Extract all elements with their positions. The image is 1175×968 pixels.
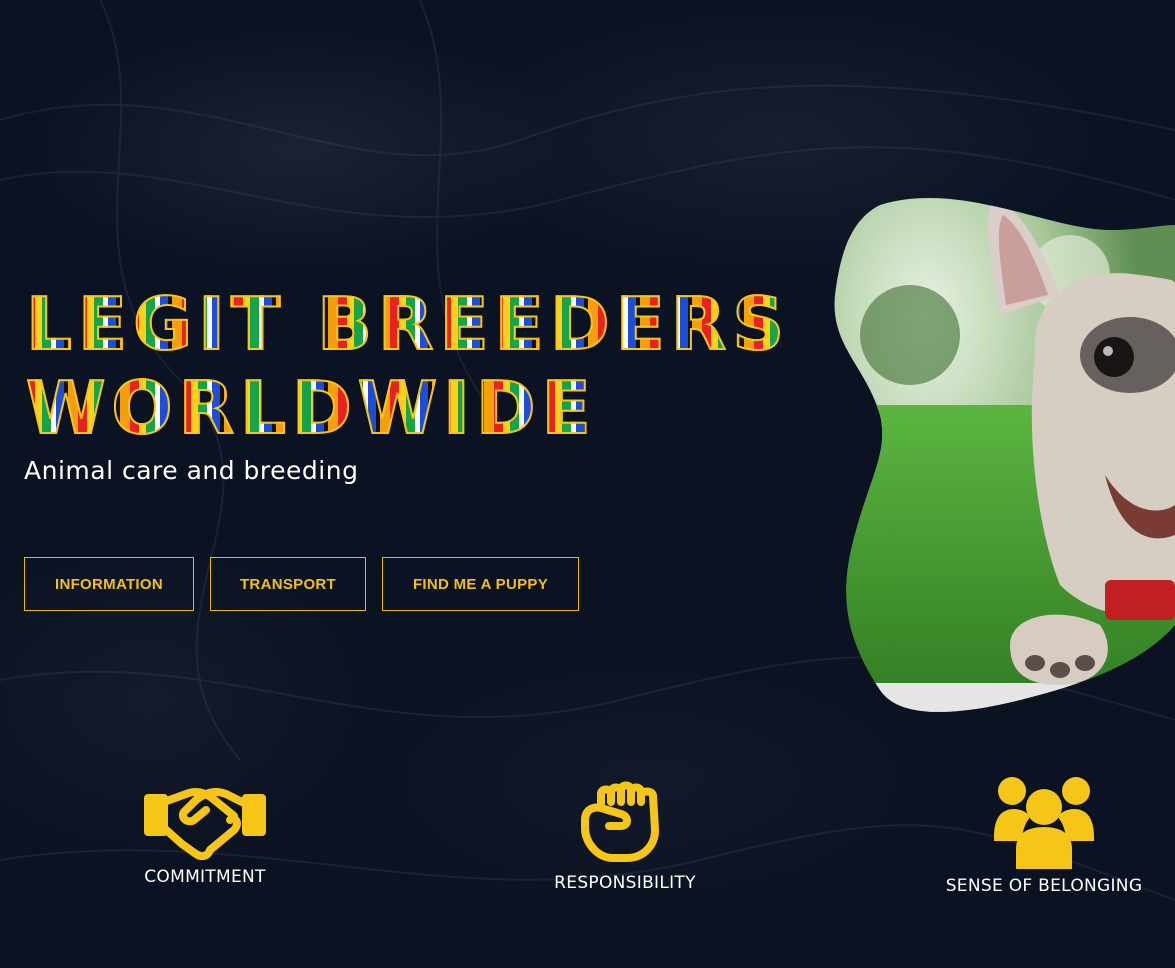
- handshake-icon: [144, 787, 266, 861]
- hero-title-line-2: WORLDWIDE: [25, 365, 786, 451]
- find-puppy-button[interactable]: FIND ME A PUPPY: [382, 557, 579, 611]
- hero-title-line-1: LEGIT BREEDERS: [25, 281, 791, 367]
- feature-label-responsibility: RESPONSIBILITY: [554, 873, 696, 893]
- hero-title: LEGIT BREEDERS WORLDWIDE: [25, 281, 791, 451]
- feature-label-commitment: COMMITMENT: [144, 867, 266, 887]
- information-button[interactable]: INFORMATION: [24, 557, 194, 611]
- feature-label-belonging: SENSE OF BELONGING: [945, 876, 1143, 896]
- hero-subtitle: Animal care and breeding: [24, 456, 359, 485]
- landing-page: LEGIT BREEDERS WORLDWIDE Animal care and…: [0, 0, 1175, 968]
- feature-responsibility: RESPONSIBILITY: [530, 780, 720, 893]
- group-icon: [994, 777, 1094, 869]
- feature-commitment: COMMITMENT: [120, 782, 290, 887]
- transport-button[interactable]: TRANSPORT: [210, 557, 366, 611]
- feature-belonging: SENSE OF BELONGING: [935, 775, 1153, 896]
- fist-icon: [581, 781, 659, 862]
- dog-photo: [834, 198, 1175, 712]
